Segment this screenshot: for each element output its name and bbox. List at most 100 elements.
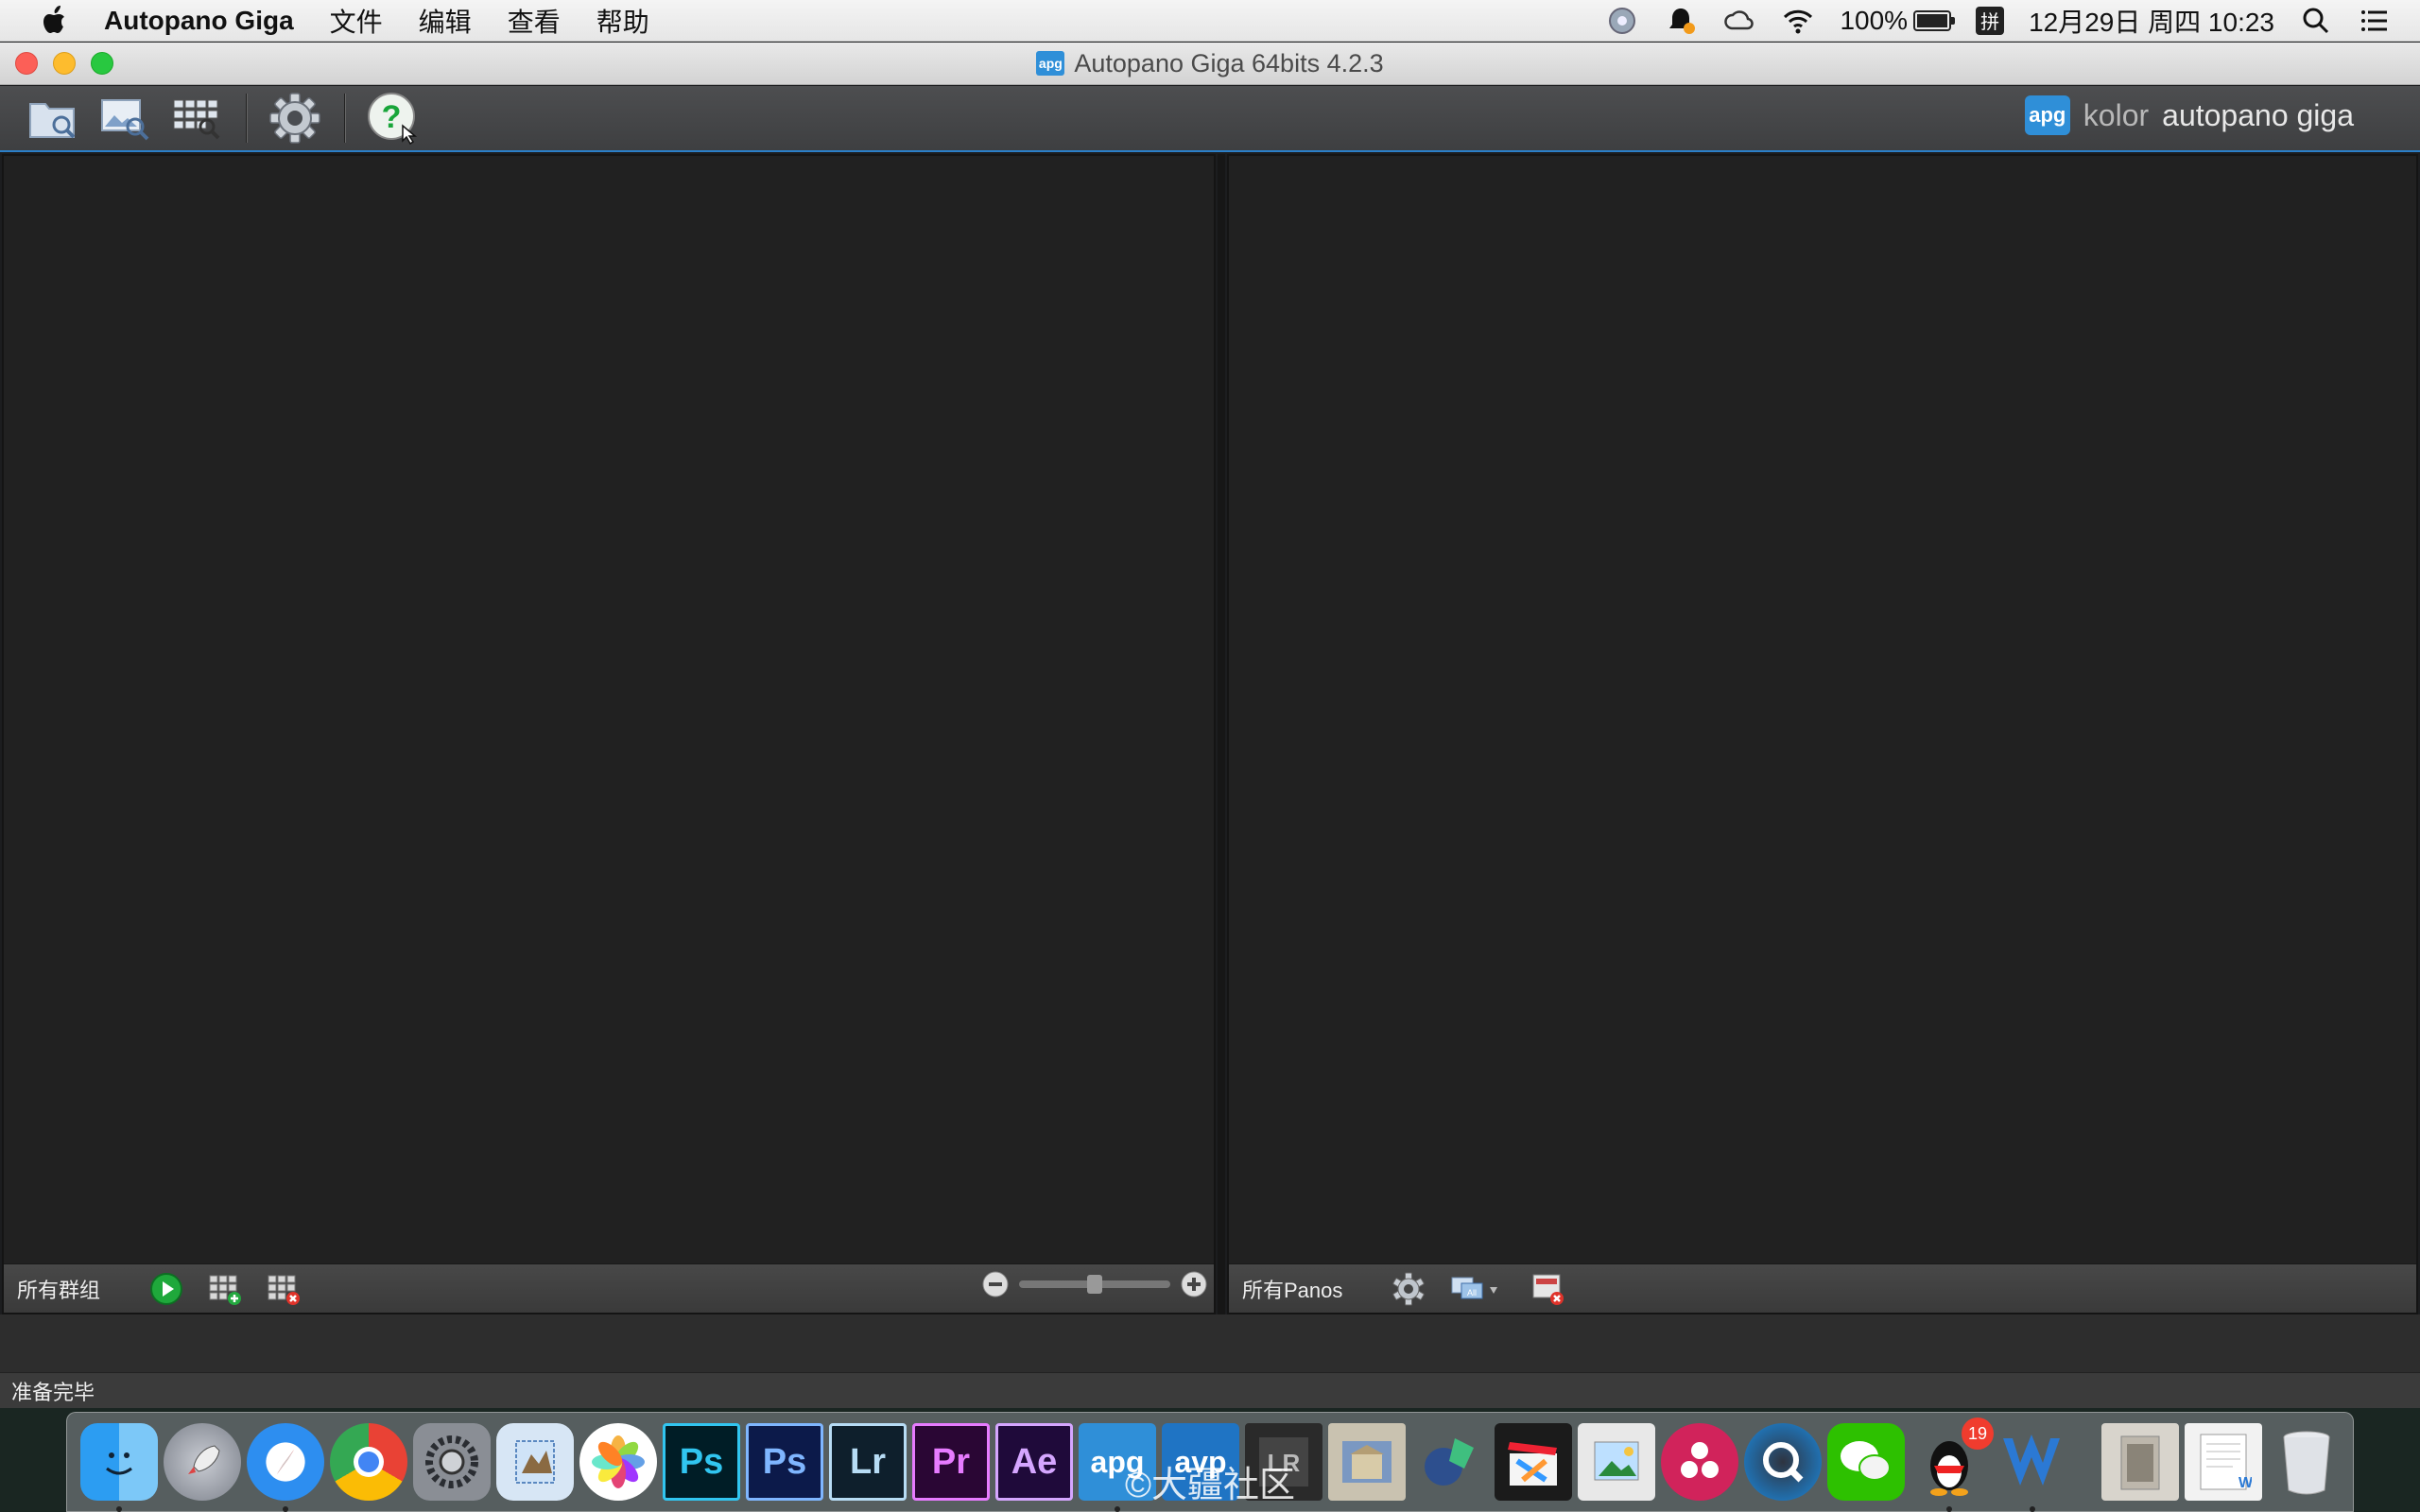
dock-system-preferences[interactable]: [413, 1423, 491, 1501]
app-menu[interactable]: Autopano Giga: [104, 6, 294, 36]
dock-label: Ps: [762, 1441, 807, 1482]
wifi-icon[interactable]: [1781, 4, 1815, 38]
finder-icon: [106, 1452, 132, 1475]
render-all-dropdown[interactable]: All: [1448, 1270, 1509, 1308]
dock-label: Pr: [931, 1441, 971, 1482]
dock-stack-downloads[interactable]: [2101, 1423, 2179, 1501]
app-title-icon: apg: [1036, 51, 1065, 76]
dock-globe-app[interactable]: [1411, 1423, 1489, 1501]
render-play-button[interactable]: [147, 1270, 185, 1308]
panos-panel-footer: 所有Panos All: [1229, 1263, 2416, 1313]
notification-bell-icon[interactable]: [1664, 4, 1698, 38]
zoom-slider[interactable]: [1019, 1275, 1170, 1294]
grid-remove-icon: [268, 1275, 301, 1305]
window-zoom-button[interactable]: [91, 52, 113, 75]
building-photo-icon: [1342, 1441, 1392, 1483]
dock-final-cut-pro[interactable]: [1495, 1423, 1572, 1501]
word-document-icon: W: [2200, 1434, 2252, 1491]
menu-edit[interactable]: 编辑: [419, 2, 472, 40]
help-icon: ?: [368, 93, 418, 145]
dock-label: Lr: [850, 1441, 886, 1482]
menu-file[interactable]: 文件: [330, 2, 383, 40]
dock-safari[interactable]: [247, 1423, 324, 1512]
dock-word[interactable]: [1994, 1423, 2071, 1512]
chrome-icon: [354, 1447, 384, 1477]
clock[interactable]: 12月29日 周四 10:23: [2029, 2, 2274, 40]
settings-icon: [269, 93, 320, 144]
dock-chrome[interactable]: [330, 1423, 407, 1501]
settings-button[interactable]: [267, 90, 323, 146]
zoom-in-icon[interactable]: [1180, 1270, 1208, 1298]
zoom-slider-thumb[interactable]: [1087, 1275, 1102, 1294]
gear-status-icon[interactable]: [1605, 4, 1639, 38]
trash-icon: [2283, 1431, 2330, 1495]
apg-logo-icon: apg: [2024, 95, 2070, 135]
open-folder-button[interactable]: [25, 90, 81, 146]
creative-cloud-icon[interactable]: [1722, 4, 1756, 38]
help-button[interactable]: ?: [365, 90, 422, 146]
preview-photo-icon: [1594, 1441, 1639, 1481]
kolor-brand-logo: apg kolor autopano giga: [2024, 95, 2354, 135]
spotlight-search-icon[interactable]: [2299, 4, 2333, 38]
open-images-button[interactable]: [96, 90, 153, 146]
wechat-icon: [1841, 1441, 1891, 1481]
dock-quicktime[interactable]: [1744, 1423, 1822, 1501]
photos-flower-icon: [592, 1435, 645, 1488]
brand-kolor-text: kolor: [2083, 97, 2150, 132]
window-title: Autopano Giga 64bits 4.2.3: [1074, 48, 1384, 77]
dock-photos[interactable]: [579, 1423, 657, 1501]
notification-center-icon[interactable]: [2358, 4, 2392, 38]
render-settings-button[interactable]: [1390, 1270, 1427, 1308]
battery-percent: 100%: [1840, 5, 1909, 35]
toolbar-separator: [344, 94, 346, 143]
dock-photoshop-cc[interactable]: Ps: [663, 1423, 740, 1501]
dock-finder[interactable]: [80, 1423, 158, 1512]
remove-pano-button[interactable]: [1530, 1270, 1567, 1308]
groups-panel[interactable]: 所有群组: [2, 154, 1216, 1314]
input-method-indicator[interactable]: 拼: [1976, 6, 2005, 35]
zoom-out-icon[interactable]: [981, 1270, 1010, 1298]
open-folder-icon: [29, 103, 76, 139]
dock-label: Ae: [1011, 1441, 1058, 1482]
all-groups-label: 所有群组: [17, 1278, 101, 1302]
dock-preview[interactable]: [1578, 1423, 1655, 1501]
add-group-button[interactable]: [206, 1270, 244, 1308]
quicktime-icon: [1763, 1442, 1804, 1483]
battery-icon: [1913, 9, 1956, 31]
dock-premiere[interactable]: Pr: [912, 1423, 990, 1501]
detect-button[interactable]: [168, 90, 225, 146]
svg-text:?: ?: [382, 99, 402, 135]
svg-text:All: All: [1467, 1288, 1477, 1297]
svg-text:W: W: [2238, 1475, 2252, 1491]
dock-after-effects[interactable]: Ae: [995, 1423, 1073, 1501]
dock-launchpad[interactable]: [164, 1423, 241, 1501]
community-watermark: ©大疆社区: [1125, 1466, 1295, 1505]
window-title-bar[interactable]: apg Autopano Giga 64bits 4.2.3: [0, 43, 2420, 85]
word-icon: [2003, 1435, 2060, 1486]
dock-label: Ps: [679, 1441, 724, 1482]
mail-stamp-icon: [515, 1440, 555, 1484]
window-minimize-button[interactable]: [53, 52, 76, 75]
dock-davinci-resolve[interactable]: [1661, 1423, 1738, 1501]
panos-panel[interactable]: 所有Panos All: [1227, 154, 2418, 1314]
battery-status[interactable]: 100%: [1840, 5, 1956, 36]
dock-image-viewer[interactable]: [1328, 1423, 1406, 1501]
window-close-button[interactable]: [15, 52, 38, 75]
dock-trash[interactable]: [2268, 1423, 2345, 1501]
remove-group-button[interactable]: [265, 1270, 302, 1308]
menu-view[interactable]: 查看: [508, 2, 561, 40]
brand-product-text: autopano giga: [2162, 97, 2354, 132]
toolbar-separator: [246, 94, 248, 143]
render-all-icon: All: [1451, 1277, 1498, 1298]
dock-wechat[interactable]: [1827, 1423, 1905, 1501]
panel-splitter[interactable]: [1218, 154, 1225, 1314]
grid-add-icon: [209, 1275, 242, 1305]
dock-qq[interactable]: 19: [1910, 1418, 1994, 1512]
dock-lightroom[interactable]: Lr: [829, 1423, 907, 1501]
footer-band: [0, 1314, 2420, 1372]
dock-photoshop[interactable]: Ps: [746, 1423, 823, 1501]
dock-recent-document[interactable]: W: [2185, 1423, 2262, 1501]
apple-icon[interactable]: [36, 2, 74, 40]
menu-help[interactable]: 帮助: [596, 2, 649, 40]
dock-mail[interactable]: [496, 1423, 574, 1501]
